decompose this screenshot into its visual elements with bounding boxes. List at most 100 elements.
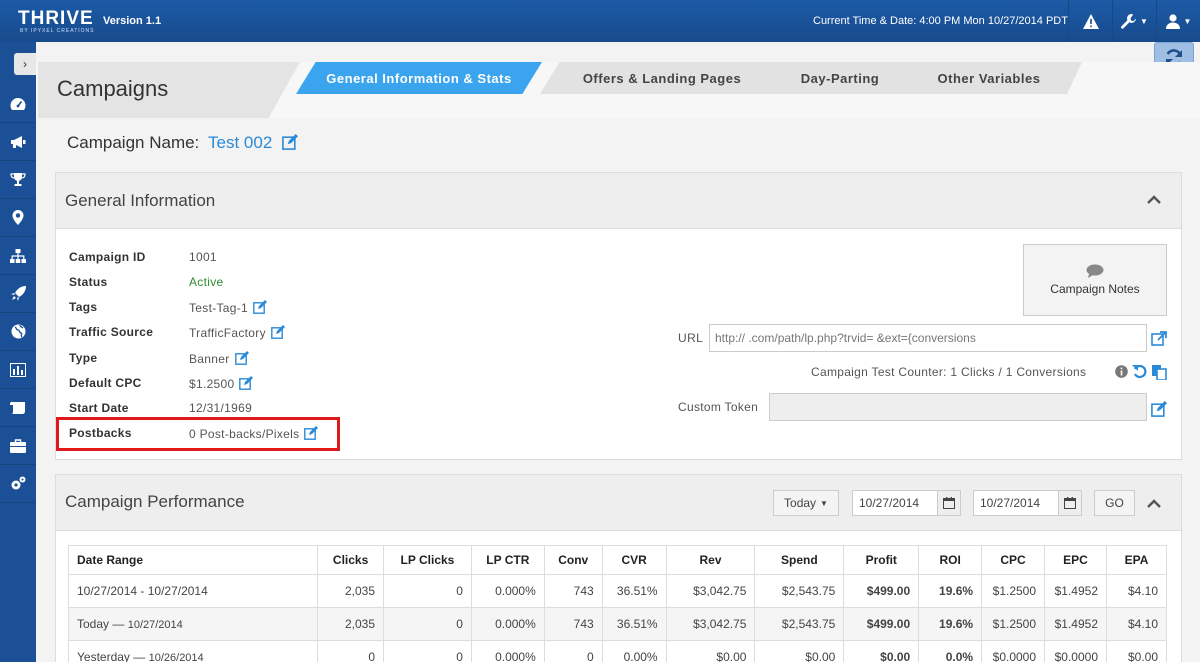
edit-default-cpc-icon[interactable] [239,376,254,390]
table-cell: $1.4952 [1044,574,1108,608]
column-header[interactable]: CVR [601,545,667,575]
sidebar-item-landing-pages[interactable] [0,199,36,237]
postbacks-highlight-box [56,417,340,451]
table-cell: 0 [383,640,472,662]
table-cell: 0 [543,640,603,662]
sidebar-item-tools[interactable] [0,427,36,465]
table-cell: $0.00 [1106,640,1167,662]
table-row: Yesterday — 10/26/2014 0 0 0.000% 0 0.00… [67,640,1167,662]
url-field[interactable]: http:// .com/path/lp.php?trvid= &ext={co… [709,324,1147,352]
column-header[interactable]: LP Clicks [383,545,472,575]
sidebar-item-geo[interactable] [0,313,36,351]
top-icons: ▼ ▼ [1068,0,1200,42]
table-cell: 0.000% [470,640,545,662]
tab-offers-landing-pages[interactable]: Offers & Landing Pages [540,62,784,94]
date-range-select[interactable]: Today ▼ [773,490,839,516]
date-range-cell: Yesterday — 10/26/2014 [67,640,319,662]
tab-day-parting[interactable]: Day-Parting [760,62,920,94]
scroll-icon [10,401,25,414]
column-header[interactable]: Spend [754,545,845,575]
column-header[interactable]: ROI [918,545,983,575]
table-cell: $1.2500 [981,607,1046,641]
collapse-chevron-icon[interactable] [1147,496,1161,512]
edit-campaign-name-icon[interactable] [282,134,299,150]
table-cell: $0.0000 [981,640,1046,662]
sitemap-icon [10,248,26,263]
profit-cell: $0.00 [843,640,920,662]
user-menu-button[interactable]: ▼ [1156,0,1200,42]
caret-down-icon: ▼ [820,498,828,508]
column-header[interactable]: Conv [543,545,603,575]
sidebar-item-rotators[interactable] [0,389,36,427]
sidebar-item-offers[interactable] [0,161,36,199]
column-header[interactable]: Rev [665,545,756,575]
table-cell: $0.00 [754,640,845,662]
open-url-icon[interactable] [1151,331,1167,347]
general-information-header: General Information [56,173,1181,229]
column-header[interactable]: Profit [843,545,920,575]
url-label: URL [678,331,704,345]
reset-counter-icon[interactable] [1132,364,1147,379]
date-to-input[interactable]: 10/27/2014 [973,490,1059,516]
sidebar-item-campaigns[interactable] [0,123,36,161]
start-date-label: Start Date [69,401,129,415]
app-logo[interactable]: THRIVE [18,8,94,30]
date-from-input[interactable]: 10/27/2014 [852,490,938,516]
info-icon[interactable] [1115,365,1128,378]
campaign-notes-label: Campaign Notes [1050,282,1140,296]
date-range-text: 10/27/2014 - 10/27/2014 [77,584,208,598]
table-cell: 0.000% [470,574,545,608]
roi-cell: 0.0% [918,640,983,662]
table-cell: 36.51% [601,574,667,608]
edit-tags-icon[interactable] [253,300,268,314]
custom-token-field[interactable] [769,393,1147,421]
tab-other-variables[interactable]: Other Variables [896,62,1082,94]
roi-cell: 19.6% [918,574,983,608]
table-header-row: Date Range Clicks LP Clicks LP CTR Conv … [67,545,1167,575]
sidebar-toggle-button[interactable]: › [14,53,36,75]
default-cpc-label: Default CPC [69,376,142,390]
sidebar-item-settings[interactable] [0,465,36,503]
sidebar-item-launch[interactable] [0,275,36,313]
edit-custom-token-icon[interactable] [1151,401,1167,417]
default-cpc-value: $1.2500 [189,376,254,391]
column-header[interactable]: CPC [981,545,1046,575]
campaign-notes-button[interactable]: Campaign Notes [1023,244,1167,316]
table-cell: 0.000% [470,607,545,641]
collapse-chevron-icon[interactable] [1147,192,1161,208]
date-range-text: Yesterday — [77,650,149,662]
column-header[interactable]: LP CTR [470,545,545,575]
column-header[interactable]: EPC [1044,545,1108,575]
warning-icon [1082,13,1099,29]
profit-cell: $499.00 [843,574,920,608]
edit-type-icon[interactable] [234,351,249,365]
traffic-source-value: TrafficFactory [189,325,285,340]
column-header[interactable]: Date Range [67,545,319,575]
wrench-icon [1121,13,1137,29]
date-to-calendar-button[interactable] [1058,490,1082,516]
sidebar-item-sources[interactable] [0,237,36,275]
column-header[interactable]: EPA [1106,545,1167,575]
campaign-name-value[interactable]: Test 002 [208,133,272,152]
table-cell: $1.4952 [1044,607,1108,641]
gears-icon [11,476,26,490]
table-cell: $2,543.75 [754,574,845,608]
tools-menu-button[interactable]: ▼ [1112,0,1156,42]
traffic-source-label: Traffic Source [69,325,154,339]
alerts-button[interactable] [1068,0,1112,42]
copy-icon[interactable] [1151,364,1167,380]
table-cell: $0.0000 [1044,640,1108,662]
table-cell: 0.00% [601,640,667,662]
tab-general-information[interactable]: General Information & Stats [296,62,542,94]
edit-traffic-source-icon[interactable] [270,325,285,339]
campaign-name-label: Campaign Name: [67,133,200,152]
sidebar-item-reports[interactable] [0,351,36,389]
column-header[interactable]: Clicks [317,545,385,575]
calendar-icon [1064,497,1076,509]
date-range-cell: Today — 10/27/2014 [67,607,319,641]
test-counter: Campaign Test Counter: 1 Clicks / 1 Conv… [811,365,1086,379]
sidebar-item-dashboard[interactable] [0,85,36,123]
date-from-calendar-button[interactable] [937,490,961,516]
campaign-id-value: 1001 [189,250,217,264]
go-button[interactable]: GO [1094,490,1135,516]
